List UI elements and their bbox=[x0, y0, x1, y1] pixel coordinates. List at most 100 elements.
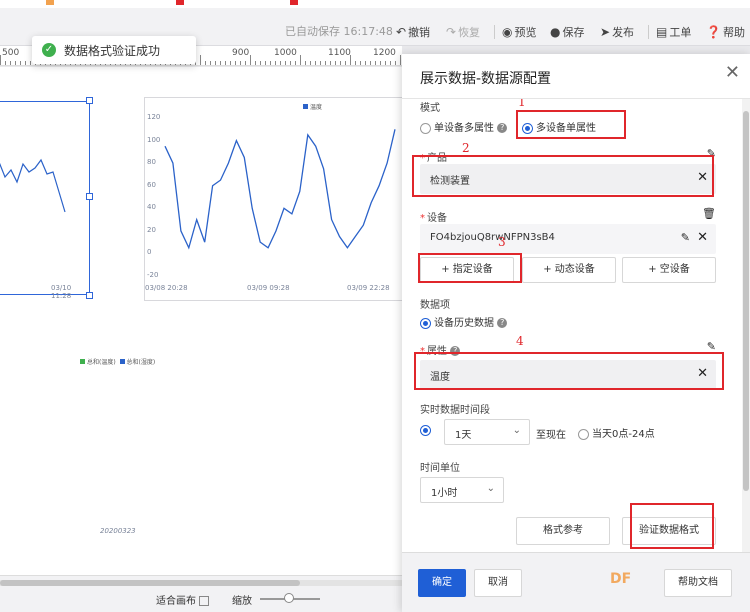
ruler-tick bbox=[375, 61, 376, 65]
resize-handle[interactable] bbox=[86, 292, 93, 299]
zoom-slider-thumb[interactable] bbox=[284, 593, 294, 603]
vertical-scrollbar[interactable] bbox=[742, 99, 750, 552]
dynamic-device-button[interactable]: + 动态设备 bbox=[522, 257, 616, 283]
range-value: 1天 bbox=[455, 430, 472, 441]
ruler-tick bbox=[10, 61, 11, 65]
attribute-label-text: 属性 bbox=[427, 346, 447, 357]
check-icon: ✓ bbox=[42, 43, 56, 57]
divider bbox=[494, 25, 495, 39]
help-button[interactable]: ❓ 帮助 bbox=[706, 24, 745, 40]
selected-chart-widget[interactable]: 03/10 11:28 bbox=[0, 101, 90, 300]
help-icon[interactable]: ? bbox=[497, 123, 508, 133]
preview-button[interactable]: ◉ 预览 bbox=[502, 24, 536, 40]
resize-handle[interactable] bbox=[86, 193, 93, 200]
panel-title: 展示数据-数据源配置 bbox=[420, 71, 552, 87]
radio-circle bbox=[578, 428, 589, 440]
empty-device-button[interactable]: + 空设备 bbox=[622, 257, 716, 283]
validate-format-button[interactable]: 验证数据格式 bbox=[622, 517, 716, 545]
ruler-tick bbox=[275, 61, 276, 65]
ticket-button[interactable]: ▤ 工单 bbox=[656, 24, 691, 40]
ruler-tick bbox=[240, 61, 241, 65]
ruler-tick bbox=[210, 61, 211, 65]
radio-today[interactable]: 当天0点-24点 bbox=[578, 425, 655, 440]
help-icon[interactable]: ? bbox=[450, 346, 461, 356]
undo-icon: ↶ bbox=[396, 25, 407, 39]
radio-label: 设备历史数据 bbox=[434, 318, 494, 329]
time-unit-value: 1小时 bbox=[431, 488, 458, 499]
attribute-field[interactable]: 温度 ✕ bbox=[420, 360, 716, 390]
close-icon[interactable]: ✕ bbox=[725, 62, 740, 83]
publish-label: 发布 bbox=[612, 26, 635, 39]
data-item-label: 数据项 bbox=[420, 300, 450, 311]
help-docs-button[interactable]: 帮助文档 bbox=[664, 569, 732, 597]
clear-icon[interactable]: ✕ bbox=[697, 366, 708, 381]
undo-button[interactable]: ↶ 撤销 bbox=[396, 24, 430, 40]
help-icon[interactable]: ? bbox=[497, 318, 508, 328]
clear-icon[interactable]: ✕ bbox=[697, 170, 708, 185]
ruler-tick bbox=[305, 61, 306, 65]
clear-icon[interactable]: ✕ bbox=[697, 230, 708, 245]
ruler-tick bbox=[295, 61, 296, 65]
help-label: 帮助 bbox=[722, 26, 745, 39]
radio-circle bbox=[420, 122, 431, 134]
radio-range[interactable] bbox=[420, 425, 434, 437]
device-field[interactable]: FO4bzjouQ8rwNFPN3sB4 ✎ ✕ bbox=[420, 224, 716, 254]
time-unit-select[interactable]: 1小时 ⌄ bbox=[420, 477, 504, 503]
preview-label: 预览 bbox=[514, 26, 537, 39]
radio-label: 多设备单属性 bbox=[536, 123, 596, 134]
edit-icon[interactable]: ✎ bbox=[707, 147, 716, 160]
ruler-tick bbox=[20, 61, 21, 65]
send-icon: ➤ bbox=[600, 25, 611, 39]
scrollbar-thumb[interactable] bbox=[743, 111, 749, 491]
ruler-tick bbox=[280, 61, 281, 65]
legend-label: 总和(湿度) bbox=[126, 359, 156, 366]
ruler-tick bbox=[245, 61, 246, 65]
attribute-label: * 属性 ? bbox=[420, 342, 461, 357]
left-line-series bbox=[0, 158, 66, 213]
chevron-down-icon: ⌄ bbox=[512, 425, 521, 436]
temperature-series-line bbox=[164, 129, 396, 250]
to-now-label: 至现在 bbox=[536, 430, 566, 441]
left-chart-svg bbox=[0, 158, 66, 213]
product-label: * 产品 bbox=[420, 153, 447, 164]
resize-handle[interactable] bbox=[86, 97, 93, 104]
ruler-tick bbox=[320, 61, 321, 65]
edit-icon[interactable]: ✎ bbox=[707, 340, 716, 353]
ruler-tick bbox=[325, 61, 326, 65]
line-chart-widget[interactable]: 温度 120 100 80 60 40 20 0 -20 03/08 20:28 03/09 … bbox=[144, 97, 402, 301]
ruler-tick bbox=[265, 61, 266, 65]
product-field[interactable]: 检测装置 ✕ bbox=[420, 164, 716, 194]
publish-button[interactable]: ➤ 发布 bbox=[600, 24, 634, 40]
format-reference-button[interactable]: 格式参考 bbox=[516, 517, 610, 545]
canvas[interactable]: 03/10 11:28 温度 120 100 80 60 40 20 0 -20 03/08 … bbox=[0, 67, 402, 575]
ruler-tick bbox=[400, 55, 401, 65]
redo-button[interactable]: ↷ 恢复 bbox=[446, 24, 480, 40]
ruler-tick bbox=[200, 55, 201, 65]
save-button[interactable]: ● 保存 bbox=[550, 24, 584, 40]
confirm-button[interactable]: 确定 bbox=[418, 569, 466, 597]
annotation-number: 4 bbox=[516, 334, 524, 348]
ticket-label: 工单 bbox=[669, 26, 692, 39]
top-strip bbox=[0, 0, 750, 8]
range-select[interactable]: 1天 ⌄ bbox=[444, 419, 530, 445]
delete-icon[interactable]: 🗑 bbox=[702, 207, 716, 220]
fit-canvas-button[interactable]: 适合画布 bbox=[156, 592, 210, 607]
panel-body: 模式 单设备多属性 ? 多设备单属性 1 * 产品 2 ✎ 检测装置 ✕ * 设备 … bbox=[402, 99, 750, 552]
radio-multi-device[interactable]: 多设备单属性 bbox=[522, 119, 596, 134]
redo-label: 恢复 bbox=[458, 26, 481, 39]
ruler-tick bbox=[330, 61, 331, 65]
panel-footer: 确定 取消 帮助文档 DF bbox=[402, 552, 750, 612]
cancel-button[interactable]: 取消 bbox=[474, 569, 522, 597]
scrollbar-thumb[interactable] bbox=[0, 580, 300, 586]
ruler-tick bbox=[355, 61, 356, 65]
save-label: 保存 bbox=[562, 26, 585, 39]
undo-label: 撤销 bbox=[408, 26, 431, 39]
edit-icon[interactable]: ✎ bbox=[681, 231, 690, 244]
radio-history-data[interactable]: 设备历史数据 ? bbox=[420, 314, 508, 329]
radio-single-device[interactable]: 单设备多属性 ? bbox=[420, 119, 508, 134]
horizontal-scrollbar[interactable] bbox=[0, 580, 402, 586]
realtime-label: 实时数据时间段 bbox=[420, 405, 490, 416]
x-tick-label: 03/08 20:28 bbox=[145, 284, 188, 292]
specify-device-button[interactable]: + 指定设备 bbox=[420, 257, 514, 283]
ruler-tick bbox=[5, 61, 6, 65]
